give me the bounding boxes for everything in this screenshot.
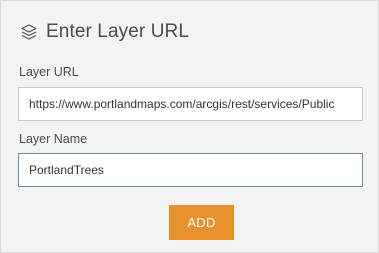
panel-title: Enter Layer URL — [46, 21, 190, 42]
panel-header: Enter Layer URL — [19, 19, 189, 45]
layer-name-input[interactable] — [18, 153, 363, 187]
layer-name-label: Layer Name — [19, 132, 88, 146]
layer-url-label: Layer URL — [19, 65, 79, 79]
layer-url-input[interactable] — [18, 87, 363, 121]
add-button[interactable]: ADD — [169, 205, 234, 240]
add-layer-panel: Enter Layer URL Layer URL Layer Name ADD — [0, 0, 379, 253]
layers-icon — [19, 22, 39, 42]
